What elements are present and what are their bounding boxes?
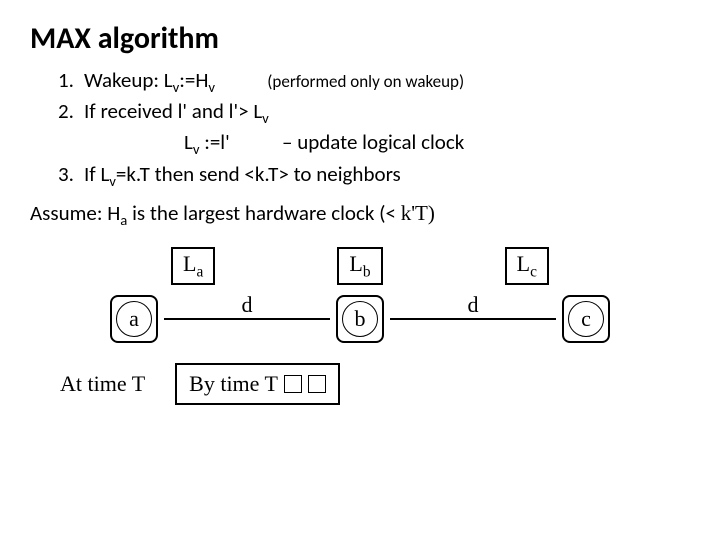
edge-ab: d [164, 318, 330, 320]
assume-line: Assume: Ha is the largest hardware clock… [30, 200, 690, 229]
t: k'T) [401, 201, 435, 225]
step-3-text: If Lv=k.T then send <k.T> to neighbors [84, 161, 690, 190]
t: L [349, 251, 362, 276]
step-3-num: 3. [58, 161, 84, 190]
t: If L [84, 161, 109, 187]
at-time-label: At time T [60, 371, 145, 397]
t: If received l' and l'> L [84, 98, 262, 124]
t: Wakeup: L [84, 67, 173, 93]
sub: v [262, 109, 269, 127]
step-2: 2. If received l' and l'> Lv [58, 98, 690, 127]
t: is the largest hardware clock (< [127, 200, 400, 226]
node-b-circle: b [342, 301, 378, 337]
blank [58, 129, 84, 158]
page-title: MAX algorithm [30, 20, 690, 57]
sub: a [196, 263, 203, 280]
step-2-num: 2. [58, 98, 84, 127]
step-3: 3. If Lv=k.T then send <k.T> to neighbor… [58, 161, 690, 190]
footer-row: At time T By time T [60, 363, 690, 405]
node-a-label: a [129, 306, 139, 332]
node-a-circle: a [116, 301, 152, 337]
sub: v [109, 172, 116, 190]
step-2-cont: Lv :=l' – update logical clock [58, 129, 690, 158]
t: Assume: H [30, 200, 120, 226]
t: =k.T then send <k.T> to neighbors [116, 161, 401, 187]
t: L [183, 251, 196, 276]
algorithm-steps: 1. Wakeup: Lv:=Hv (performed only on wak… [30, 67, 690, 190]
square-icon [284, 375, 302, 393]
node-a: a [110, 295, 158, 343]
node-c: c [562, 295, 610, 343]
t: L [184, 129, 193, 155]
by-time-box: By time T [175, 363, 340, 405]
node-b-label: b [355, 306, 366, 332]
step-2-note: – update logical clock [282, 129, 464, 155]
node-b: b [336, 295, 384, 343]
t: :=H [179, 67, 208, 93]
diagram: La Lb Lc a d b d c At time T By time T [30, 247, 690, 405]
node-c-circle: c [568, 301, 604, 337]
step-1-text: Wakeup: Lv:=Hv (performed only on wakeup… [84, 67, 690, 96]
edge-bc: d [390, 318, 556, 320]
by-time-label: By time T [189, 371, 278, 397]
t: L [517, 251, 530, 276]
edge-bc-label: d [468, 292, 479, 318]
sub: b [363, 263, 371, 280]
step-1-num: 1. [58, 67, 84, 96]
label-row: La Lb Lc [110, 247, 610, 285]
sub: v [208, 78, 215, 96]
t: :=l' [199, 129, 229, 155]
sub: c [530, 263, 537, 280]
step-2-line2: Lv :=l' – update logical clock [84, 129, 690, 158]
step-2-text: If received l' and l'> Lv [84, 98, 690, 127]
label-La: La [171, 247, 215, 285]
edge-ab-label: d [242, 292, 253, 318]
step-1: 1. Wakeup: Lv:=Hv (performed only on wak… [58, 67, 690, 96]
step-1-note: (performed only on wakeup) [267, 71, 464, 92]
label-Lc: Lc [505, 247, 549, 285]
node-c-label: c [581, 306, 591, 332]
node-row: a d b d c [110, 295, 610, 343]
label-Lb: Lb [337, 247, 382, 285]
square-icon [308, 375, 326, 393]
